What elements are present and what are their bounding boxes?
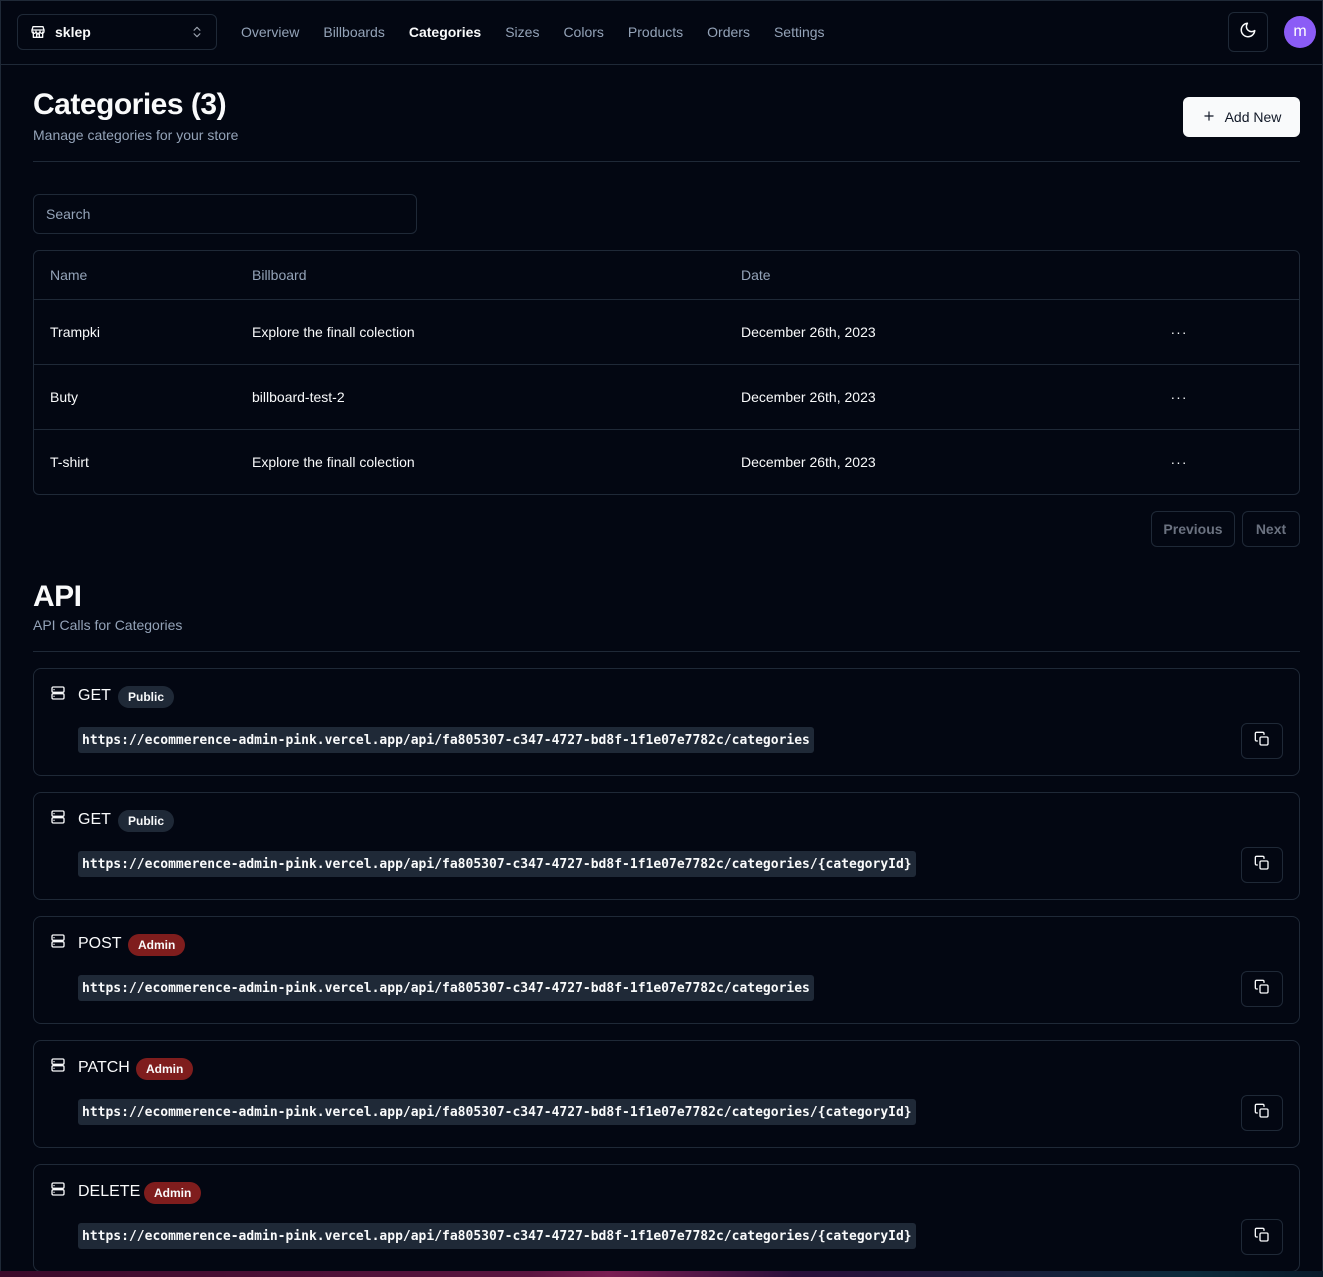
header-divider xyxy=(33,161,1300,162)
user-avatar[interactable]: m xyxy=(1284,16,1316,48)
copy-icon xyxy=(1254,731,1270,752)
api-url: https://ecommerence-admin-pink.vercel.ap… xyxy=(78,975,814,1001)
cell-date: December 26th, 2023 xyxy=(741,454,876,470)
more-horizontal-icon[interactable]: ··· xyxy=(1165,381,1193,413)
nav-link-sizes[interactable]: Sizes xyxy=(505,24,539,40)
api-url: https://ecommerence-admin-pink.vercel.ap… xyxy=(78,1099,916,1125)
cell-name: Buty xyxy=(50,389,79,405)
api-section-subtitle: API Calls for Categories xyxy=(33,617,183,633)
access-badge: Admin xyxy=(144,1182,202,1204)
api-url: https://ecommerence-admin-pink.vercel.ap… xyxy=(78,851,916,877)
api-method: DELETE xyxy=(78,1183,141,1200)
access-badge: Public xyxy=(118,810,175,832)
theme-toggle-button[interactable] xyxy=(1228,12,1268,52)
store-icon xyxy=(30,24,46,40)
table-row: Buty billboard-test-2 December 26th, 202… xyxy=(34,365,1299,430)
search-input[interactable] xyxy=(33,194,417,234)
page-subtitle: Manage categories for your store xyxy=(33,127,239,143)
next-page-button[interactable]: Next xyxy=(1242,511,1300,547)
copy-icon xyxy=(1254,855,1270,876)
api-section-title: API xyxy=(33,580,82,613)
page-title: Categories (3) xyxy=(33,88,227,121)
api-call-card: PATCH Admin https://ecommerence-admin-pi… xyxy=(33,1040,1300,1148)
top-navbar: sklep Overview Billboards Categories Siz… xyxy=(0,0,1323,65)
store-name: sklep xyxy=(55,24,91,40)
add-new-label: Add New xyxy=(1224,109,1282,125)
table-row: Trampki Explore the finall colection Dec… xyxy=(34,300,1299,365)
main-nav: Overview Billboards Categories Sizes Col… xyxy=(241,0,849,64)
column-header-date[interactable]: Date xyxy=(741,267,771,283)
column-header-billboard[interactable]: Billboard xyxy=(252,267,306,283)
table-header: Name Billboard Date xyxy=(34,251,1299,300)
more-horizontal-icon[interactable]: ··· xyxy=(1165,446,1193,478)
nav-link-categories[interactable]: Categories xyxy=(409,24,481,40)
api-method: POST xyxy=(78,935,122,952)
server-icon xyxy=(50,809,66,825)
api-method: GET xyxy=(78,811,111,828)
api-call-card: GET Public https://ecommerence-admin-pin… xyxy=(33,668,1300,776)
more-horizontal-icon[interactable]: ··· xyxy=(1165,316,1193,348)
nav-link-settings[interactable]: Settings xyxy=(774,24,825,40)
nav-link-products[interactable]: Products xyxy=(628,24,683,40)
copy-url-button[interactable] xyxy=(1241,1219,1283,1255)
api-method: GET xyxy=(78,687,111,704)
chevrons-up-down-icon xyxy=(190,25,204,39)
server-icon xyxy=(50,933,66,949)
api-url: https://ecommerence-admin-pink.vercel.ap… xyxy=(78,1223,916,1249)
server-icon xyxy=(50,1181,66,1197)
nav-link-colors[interactable]: Colors xyxy=(563,24,603,40)
moon-icon xyxy=(1239,21,1257,44)
nav-link-overview[interactable]: Overview xyxy=(241,24,299,40)
cell-date: December 26th, 2023 xyxy=(741,389,876,405)
access-badge: Public xyxy=(118,686,175,708)
categories-table: Name Billboard Date Trampki Explore the … xyxy=(33,250,1300,495)
api-call-card: DELETE Admin https://ecommerence-admin-p… xyxy=(33,1164,1300,1272)
copy-url-button[interactable] xyxy=(1241,847,1283,883)
copy-url-button[interactable] xyxy=(1241,1095,1283,1131)
nav-link-billboards[interactable]: Billboards xyxy=(323,24,384,40)
access-badge: Admin xyxy=(136,1058,194,1080)
cell-date: December 26th, 2023 xyxy=(741,324,876,340)
previous-page-button[interactable]: Previous xyxy=(1151,511,1235,547)
api-url: https://ecommerence-admin-pink.vercel.ap… xyxy=(78,727,814,753)
api-call-card: GET Public https://ecommerence-admin-pin… xyxy=(33,792,1300,900)
access-badge: Admin xyxy=(128,934,186,956)
cell-billboard: Explore the finall colection xyxy=(252,324,415,340)
copy-url-button[interactable] xyxy=(1241,723,1283,759)
store-switcher[interactable]: sklep xyxy=(17,14,217,50)
column-header-name[interactable]: Name xyxy=(50,267,87,283)
server-icon xyxy=(50,1057,66,1073)
copy-icon xyxy=(1254,1227,1270,1248)
plus-icon xyxy=(1202,109,1216,126)
api-call-card: POST Admin https://ecommerence-admin-pin… xyxy=(33,916,1300,1024)
window-bottom-edge xyxy=(0,1271,1323,1277)
server-icon xyxy=(50,685,66,701)
cell-name: Trampki xyxy=(50,324,101,340)
table-row: T-shirt Explore the finall colection Dec… xyxy=(34,430,1299,494)
add-new-button[interactable]: Add New xyxy=(1183,97,1300,137)
cell-billboard: Explore the finall colection xyxy=(252,454,415,470)
api-method: PATCH xyxy=(78,1059,130,1076)
copy-icon xyxy=(1254,979,1270,1000)
api-divider xyxy=(33,651,1300,652)
cell-name: T-shirt xyxy=(50,454,89,470)
nav-link-orders[interactable]: Orders xyxy=(707,24,750,40)
cell-billboard: billboard-test-2 xyxy=(252,389,345,405)
copy-icon xyxy=(1254,1103,1270,1124)
copy-url-button[interactable] xyxy=(1241,971,1283,1007)
